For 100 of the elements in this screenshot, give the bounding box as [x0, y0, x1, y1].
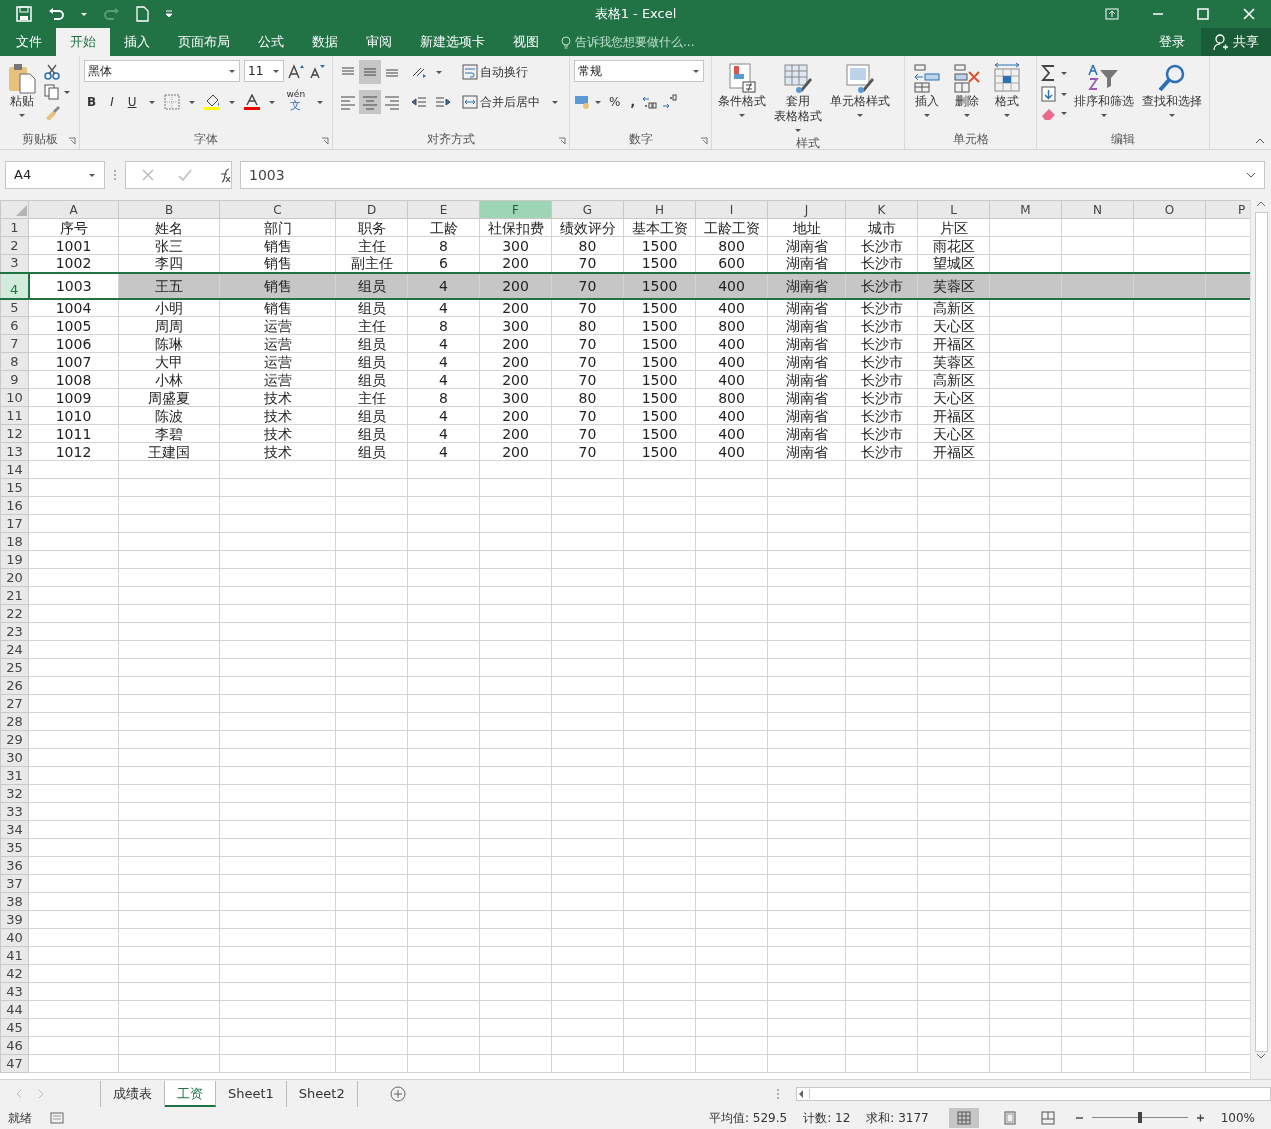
ribbon-display-icon[interactable]: [1105, 8, 1119, 20]
decrease-indent-icon[interactable]: [411, 95, 427, 109]
column-header[interactable]: M: [989, 200, 1062, 219]
column-header[interactable]: N: [1061, 200, 1134, 219]
caret-icon[interactable]: [1060, 91, 1068, 97]
caret-icon[interactable]: [551, 99, 559, 105]
ribbon-tab[interactable]: 公式: [244, 28, 298, 56]
percent-button[interactable]: %: [606, 90, 624, 114]
page-break-view-icon[interactable]: [1040, 1110, 1055, 1125]
sign-in-link[interactable]: 登录: [1159, 28, 1185, 56]
format-cells-button[interactable]: 格式: [989, 60, 1025, 131]
sheet-tab[interactable]: 工资: [165, 1080, 216, 1107]
undo-icon[interactable]: [48, 7, 64, 21]
column-header[interactable]: J: [767, 200, 846, 219]
zoom-slider-thumb[interactable]: [1137, 1112, 1142, 1123]
grow-font-icon[interactable]: [288, 63, 305, 79]
bold-button[interactable]: B: [84, 90, 100, 114]
add-sheet-icon[interactable]: [389, 1085, 406, 1102]
column-header[interactable]: G: [551, 200, 624, 219]
scroll-up-icon[interactable]: [1256, 200, 1266, 208]
maximize-icon[interactable]: [1197, 8, 1209, 20]
column-header[interactable]: L: [917, 200, 990, 219]
fill-color-icon[interactable]: [203, 94, 220, 110]
column-header[interactable]: F: [479, 200, 552, 219]
find-select-button[interactable]: 查找和选择: [1140, 60, 1204, 131]
scroll-down-icon[interactable]: [1256, 1052, 1266, 1060]
font-name-field[interactable]: 黑体: [84, 60, 240, 82]
increase-indent-icon[interactable]: [435, 95, 451, 109]
name-box[interactable]: A4: [5, 161, 105, 189]
caret-icon[interactable]: [435, 69, 443, 75]
ribbon-tab[interactable]: 页面布局: [164, 28, 244, 56]
phonetic-guide-button[interactable]: wén 文: [283, 90, 309, 114]
ribbon-tab[interactable]: 新建选项卡: [406, 28, 499, 56]
scrollbar-thumb[interactable]: [1254, 212, 1268, 1052]
column-header[interactable]: H: [623, 200, 696, 219]
ribbon-tab[interactable]: 数据: [298, 28, 352, 56]
normal-view-icon[interactable]: [948, 1107, 979, 1128]
merge-center-button[interactable]: 合并后居中: [459, 90, 543, 114]
column-header[interactable]: B: [118, 200, 220, 219]
fill-down-icon[interactable]: [1041, 86, 1056, 102]
dialog-launcher-icon[interactable]: [558, 137, 566, 145]
shrink-font-icon[interactable]: [309, 63, 326, 79]
italic-button[interactable]: I: [107, 90, 117, 114]
conditional-formatting-button[interactable]: 条件格式: [716, 60, 768, 135]
column-header[interactable]: K: [845, 200, 918, 219]
zoom-level[interactable]: 100%: [1220, 1108, 1255, 1127]
caret-icon[interactable]: [227, 99, 236, 105]
ribbon-tab[interactable]: 审阅: [352, 28, 406, 56]
customize-caret-icon[interactable]: [165, 10, 173, 18]
sum-icon[interactable]: [1041, 64, 1056, 82]
ribbon-tab[interactable]: 开始: [56, 28, 110, 56]
dialog-launcher-icon[interactable]: [700, 137, 708, 145]
format-as-table-button[interactable]: 套用 表格格式: [772, 60, 824, 135]
sheet-tab[interactable]: Sheet1: [216, 1080, 287, 1107]
column-header[interactable]: P: [1205, 200, 1250, 219]
wrap-text-button[interactable]: 自动换行: [459, 60, 531, 84]
column-header[interactable]: O: [1133, 200, 1206, 219]
close-icon[interactable]: [1243, 8, 1255, 20]
caret-icon[interactable]: [267, 99, 276, 105]
column-header[interactable]: I: [695, 200, 768, 219]
ribbon-tab[interactable]: 插入: [110, 28, 164, 56]
cell-styles-button[interactable]: 单元格样式: [828, 60, 892, 135]
underline-button[interactable]: U: [124, 90, 140, 114]
share-button[interactable]: 共享: [1201, 28, 1271, 56]
caret-icon[interactable]: [147, 99, 156, 105]
caret-icon[interactable]: [80, 11, 88, 17]
column-header[interactable]: A: [28, 200, 119, 219]
caret-icon[interactable]: [316, 99, 325, 105]
column-header[interactable]: D: [335, 200, 408, 219]
caret-icon[interactable]: [187, 99, 196, 105]
column-header[interactable]: C: [219, 200, 336, 219]
ribbon-tab[interactable]: 视图: [499, 28, 553, 56]
sheet-tab[interactable]: Sheet2: [286, 1080, 358, 1107]
row-header[interactable]: 4: [0, 272, 29, 299]
ribbon-tab[interactable]: 文件: [2, 28, 56, 56]
column-header[interactable]: E: [407, 200, 480, 219]
font-color-icon[interactable]: [243, 94, 260, 110]
font-size-field[interactable]: 11: [244, 60, 284, 82]
caret-icon[interactable]: [594, 99, 602, 105]
copy-icon[interactable]: [44, 84, 59, 100]
expand-icon[interactable]: [1246, 172, 1256, 178]
delete-cells-button[interactable]: 删除: [949, 60, 985, 131]
formula-field[interactable]: 1003: [240, 161, 1265, 189]
collapse-ribbon-icon[interactable]: [1255, 137, 1265, 145]
tell-me-field[interactable]: 告诉我您想要做什么...: [575, 33, 695, 51]
eraser-icon[interactable]: [1041, 106, 1056, 121]
comma-style-button[interactable]: ,: [627, 90, 638, 114]
caret-icon[interactable]: [1060, 70, 1068, 76]
zoom-in-icon[interactable]: [1195, 1113, 1205, 1122]
caret-icon[interactable]: [1060, 111, 1068, 116]
number-format-field[interactable]: 常规: [574, 60, 704, 82]
new-document-icon[interactable]: [136, 6, 149, 22]
insert-cells-button[interactable]: 插入: [909, 60, 945, 131]
paste-button[interactable]: 粘贴: [4, 60, 40, 131]
dialog-launcher-icon[interactable]: [321, 137, 329, 145]
increase-decimal-icon[interactable]: [641, 94, 658, 110]
sort-filter-button[interactable]: 排序和筛选: [1072, 60, 1136, 131]
decrease-decimal-icon[interactable]: [661, 94, 678, 110]
caret-icon[interactable]: [63, 89, 71, 95]
dialog-launcher-icon[interactable]: [68, 137, 76, 145]
